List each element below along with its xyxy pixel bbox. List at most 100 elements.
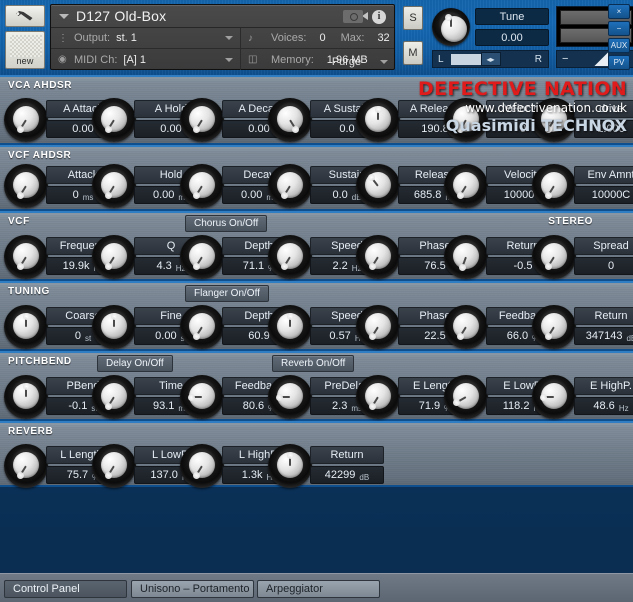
pv-button[interactable]: PV [608,55,630,70]
control-a-hold: A Hold 0.00 [92,98,208,142]
control-frequenc: Frequenc19.9kHz [4,235,120,279]
knob-speed[interactable] [268,235,312,279]
value-text: 75.7 [66,469,89,481]
value-env-amnt[interactable]: 10000C [574,186,633,204]
knob-env-amnt[interactable] [532,164,576,208]
knob-decay[interactable] [180,164,224,208]
pan-handle[interactable]: ◂▸ [480,52,501,66]
knob-highlight [368,332,376,340]
knob-feedback[interactable] [444,305,488,349]
knob-feedback[interactable] [180,375,224,419]
knob-return[interactable] [444,235,488,279]
knob-highlight [539,393,547,401]
control-e-lowp: E LowP.118.2Hz [444,375,560,419]
output-select[interactable]: ⋮ Output: st. 1 [51,28,241,48]
control-decay: Decay0.00ms [180,164,296,208]
midi-channel-select[interactable]: ◉ MIDI Ch: [A] 1 [51,49,241,70]
control-a-attack: A Attack 0.00 [4,98,120,142]
value-return[interactable]: 347143dB [574,327,633,345]
knob-l-length[interactable] [4,444,48,488]
mute-button[interactable]: M [403,41,423,65]
value-spread[interactable]: 0 [574,257,633,275]
section-title: REVERB [8,426,54,437]
control-e-highp: E HighP. 48.6 Hz [532,375,633,419]
knob-highlight [280,262,288,270]
knob-predelay[interactable] [268,375,312,419]
knob-velocity[interactable] [444,164,488,208]
tab-arpeggiator[interactable]: Arpeggiator [257,580,380,598]
knob-depth[interactable] [180,235,224,279]
pan-right-label: R [534,53,542,65]
value-e-highp[interactable]: 48.6 Hz [574,397,633,415]
knob-highlight [286,312,294,320]
knob-highlight [192,125,200,133]
new-instrument-button[interactable]: new [5,31,45,69]
value-text: 2.2 [332,260,348,272]
value-unit: dB [626,333,633,343]
knob-a-sustain[interactable] [268,98,312,142]
chevron-down-icon[interactable] [225,36,233,40]
knob-a-attack[interactable] [4,98,48,142]
tab-unisono-portamento[interactable]: Unisono – Portamento [131,580,254,598]
knob-e-length[interactable] [356,375,400,419]
control-velocity: Velocity 10000C [444,164,560,208]
close-button[interactable]: × [608,4,630,19]
knob-e-highp[interactable] [532,375,576,419]
knob-l-highp[interactable] [180,444,224,488]
toggle-delay-on-off[interactable]: Delay On/Off [97,355,173,372]
chevron-down-icon[interactable] [225,57,233,62]
knob-highlight [367,173,375,181]
tab-control-panel[interactable]: Control Panel [4,580,127,598]
knob-coarse[interactable] [4,305,48,349]
knob-phase[interactable] [356,235,400,279]
knob-a-hold[interactable] [92,98,136,142]
wrench-button[interactable] [5,5,45,27]
tune-value[interactable]: 0.00 [475,29,549,46]
knob-a-release[interactable] [356,98,400,142]
knob-return[interactable] [532,305,576,349]
knob-q[interactable] [92,235,136,279]
value-text: 0 [72,189,79,201]
knob-spread[interactable] [532,235,576,279]
value-return[interactable]: 42299 dB [310,466,384,484]
solo-button[interactable]: S [403,6,423,30]
value-text: 93.1 [152,400,175,412]
toggle-chorus-on-off[interactable]: Chorus On/Off [185,215,268,232]
knob-return[interactable] [268,444,312,488]
knob-sustain[interactable] [268,164,312,208]
knob-highlight [16,191,24,199]
knob-depth[interactable] [180,305,224,349]
knob-hold[interactable] [92,164,136,208]
tune-knob[interactable] [432,8,470,46]
knob-highlight [275,393,283,401]
toggle-reverb-on-off[interactable]: Reverb On/Off [272,355,355,372]
knob-highlight [187,393,195,401]
chevron-down-icon[interactable] [59,13,69,19]
knob-e-lowp[interactable] [444,375,488,419]
volume-handle[interactable] [594,52,609,66]
info-icon[interactable]: i [372,9,386,24]
checker-pattern-icon [10,35,42,57]
aux-button[interactable]: AUX [608,38,630,53]
minimize-button[interactable]: − [608,21,630,36]
pan-slider[interactable]: L ◂▸ R [432,50,549,68]
knob-speed[interactable] [268,305,312,349]
camera-icon[interactable] [343,10,363,23]
knob-a-decay[interactable] [180,98,224,142]
knob-pbend[interactable] [4,375,48,419]
knob-fine[interactable] [92,305,136,349]
knob-release[interactable] [356,164,400,208]
knob-attack[interactable] [4,164,48,208]
knob-frequenc[interactable] [4,235,48,279]
knob-highlight [104,471,112,479]
knob-time[interactable] [92,375,136,419]
knob-phase[interactable] [356,305,400,349]
memory-icon: ◫ [248,54,258,65]
section-vcf: VCF STEREO Chorus On/Off Frequenc19.9kHzQ4.… [0,211,633,281]
label-return: Return [574,307,633,325]
value-text: 10000C [591,189,631,201]
knob-l-lowp[interactable] [92,444,136,488]
value-unit: st [84,333,92,343]
instrument-title-row[interactable]: D127 Old-Box i [51,5,394,28]
toggle-flanger-on-off[interactable]: Flanger On/Off [185,285,269,302]
